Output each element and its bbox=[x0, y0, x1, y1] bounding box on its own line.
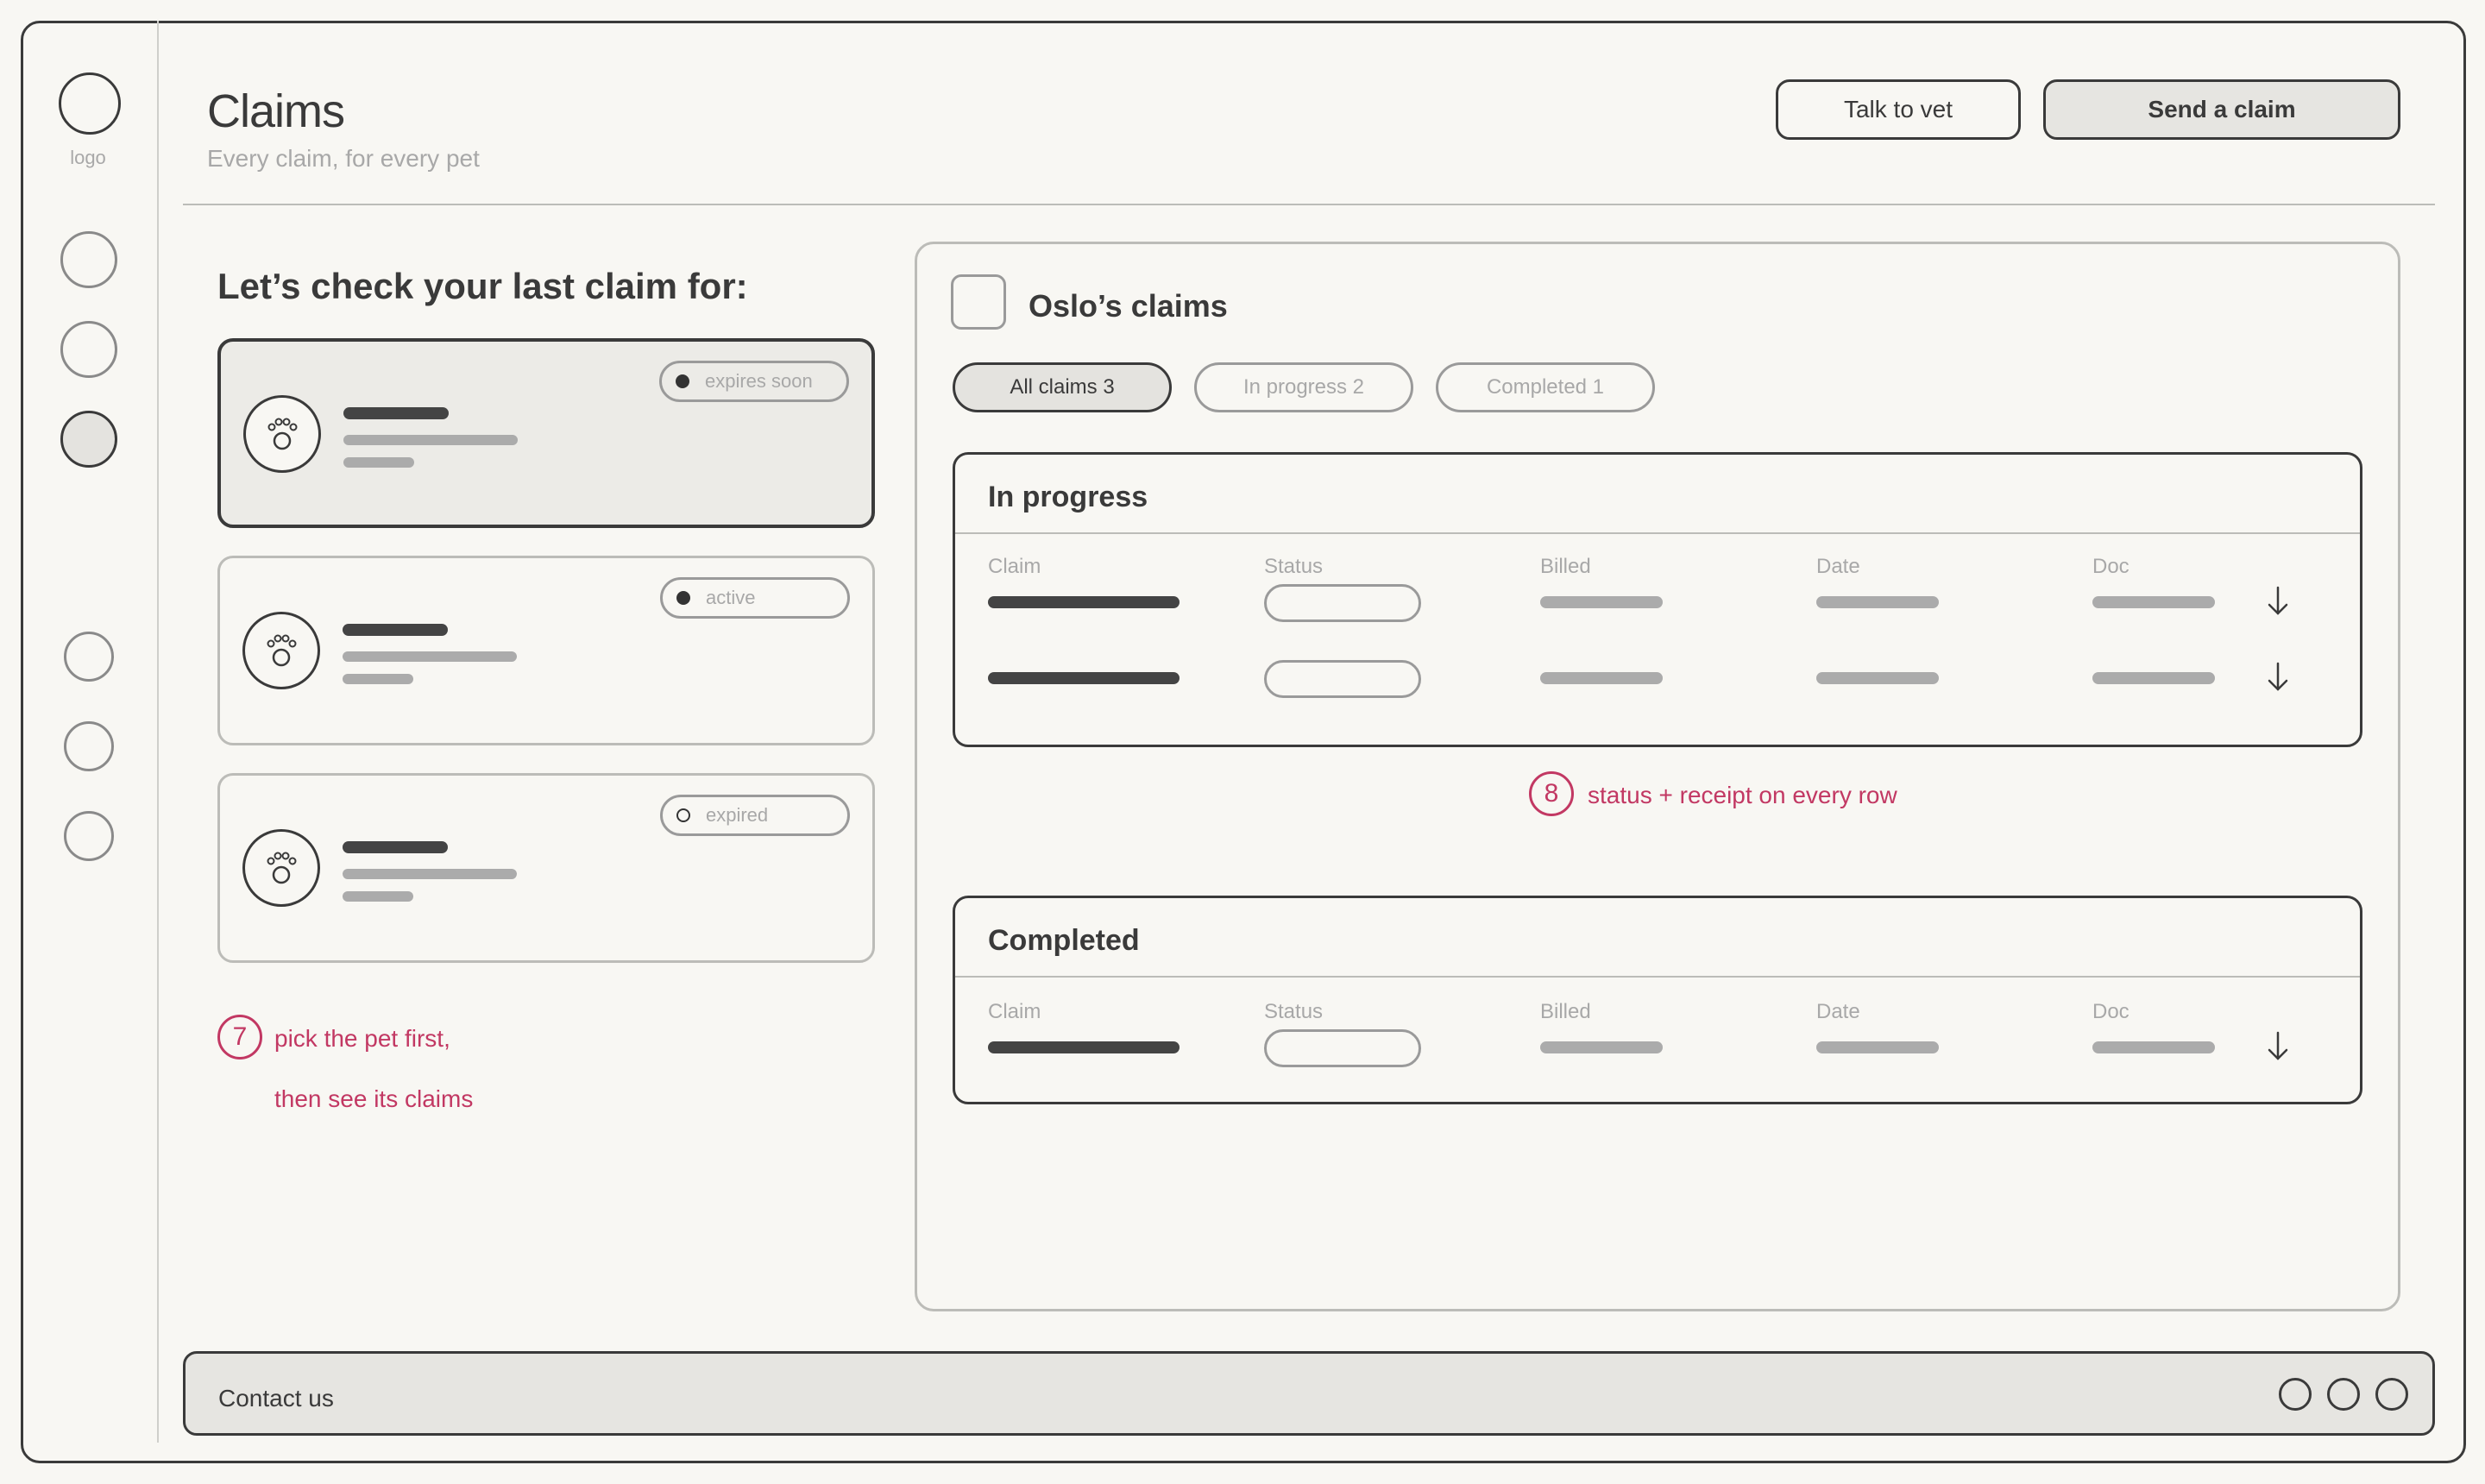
paw-icon bbox=[242, 829, 320, 907]
column-header-doc: Doc bbox=[2092, 1000, 2130, 1023]
doc-placeholder bbox=[2092, 672, 2215, 684]
status-badge: expires soon bbox=[659, 361, 849, 402]
claim-placeholder bbox=[988, 672, 1180, 684]
paw-icon bbox=[242, 612, 320, 689]
pet-name-placeholder bbox=[343, 407, 449, 419]
claim-placeholder bbox=[988, 596, 1180, 608]
pet-thumbnail bbox=[951, 274, 1006, 330]
status-pill bbox=[1264, 660, 1421, 698]
talk-to-vet-button[interactable]: Talk to vet bbox=[1776, 79, 2021, 140]
send-claim-button[interactable]: Send a claim bbox=[2043, 79, 2400, 140]
tab-completed[interactable]: Completed 1 bbox=[1436, 362, 1655, 412]
pet-detail-placeholder bbox=[343, 457, 414, 468]
completed-table: Completed Claim Status Billed Date Doc bbox=[953, 896, 2362, 1104]
column-header-date: Date bbox=[1816, 555, 1860, 578]
status-pill bbox=[1264, 584, 1421, 622]
status-badge: active bbox=[660, 577, 850, 619]
pet-name-placeholder bbox=[343, 841, 448, 853]
annotation-text: status + receipt on every row bbox=[1588, 782, 1897, 808]
logo-icon[interactable] bbox=[59, 72, 121, 135]
page-title: Claims bbox=[207, 85, 345, 137]
status-badge-label: expired bbox=[706, 804, 769, 826]
annotation-number: 7 bbox=[217, 1015, 262, 1060]
doc-placeholder bbox=[2092, 1041, 2215, 1053]
column-header-date: Date bbox=[1816, 1000, 1860, 1023]
nav-item-6[interactable] bbox=[64, 811, 114, 861]
download-icon[interactable] bbox=[2265, 1029, 2291, 1064]
paw-icon bbox=[243, 395, 321, 473]
page-subtitle: Every claim, for every pet bbox=[207, 145, 480, 172]
tab-all-claims[interactable]: All claims 3 bbox=[953, 362, 1172, 412]
column-header-status: Status bbox=[1264, 1000, 1324, 1023]
status-badge-label: expires soon bbox=[705, 370, 813, 392]
date-placeholder bbox=[1816, 596, 1939, 608]
pet-detail-placeholder bbox=[343, 674, 413, 684]
table-title: In progress bbox=[988, 481, 1148, 513]
column-header-doc: Doc bbox=[2092, 555, 2130, 578]
status-pill bbox=[1264, 1029, 1421, 1067]
table-title: Completed bbox=[988, 924, 1140, 957]
date-placeholder bbox=[1816, 672, 1939, 684]
tab-in-progress[interactable]: In progress 2 bbox=[1194, 362, 1413, 412]
table-divider bbox=[955, 532, 2360, 534]
contact-us-link[interactable]: Contact us bbox=[218, 1385, 334, 1412]
pet-detail-placeholder bbox=[343, 651, 517, 662]
nav-item-4[interactable] bbox=[64, 632, 114, 682]
download-icon[interactable] bbox=[2265, 584, 2291, 619]
claims-panel-title: Oslo’s claims bbox=[1029, 288, 1228, 324]
pet-card[interactable]: active bbox=[217, 556, 875, 745]
social-icon[interactable] bbox=[2375, 1378, 2408, 1411]
annotation-text: pick the pet first, bbox=[274, 1025, 450, 1052]
column-header-claim: Claim bbox=[988, 1000, 1041, 1023]
status-badge-label: active bbox=[706, 587, 756, 608]
pet-detail-placeholder bbox=[343, 891, 413, 902]
nav-item-5[interactable] bbox=[64, 721, 114, 771]
footer: Contact us bbox=[183, 1351, 2435, 1436]
nav-item-1[interactable] bbox=[60, 231, 117, 288]
table-divider bbox=[955, 976, 2360, 978]
doc-placeholder bbox=[2092, 596, 2215, 608]
download-icon[interactable] bbox=[2265, 660, 2291, 695]
pet-section-heading: Let’s check your last claim for: bbox=[217, 266, 748, 306]
column-header-claim: Claim bbox=[988, 555, 1041, 578]
pet-detail-placeholder bbox=[343, 869, 517, 879]
status-dot-icon bbox=[676, 374, 689, 388]
annotation-text: then see its claims bbox=[274, 1085, 474, 1112]
billed-placeholder bbox=[1540, 596, 1663, 608]
pet-detail-placeholder bbox=[343, 435, 518, 445]
status-dot-icon bbox=[676, 808, 690, 822]
social-icon[interactable] bbox=[2327, 1378, 2360, 1411]
header-divider bbox=[183, 204, 2435, 205]
nav-item-claims[interactable] bbox=[60, 411, 117, 468]
social-icon[interactable] bbox=[2279, 1378, 2312, 1411]
column-header-billed: Billed bbox=[1540, 555, 1591, 578]
pet-name-placeholder bbox=[343, 624, 448, 636]
status-badge: expired bbox=[660, 795, 850, 836]
annotation-number: 8 bbox=[1529, 771, 1574, 816]
nav-item-2[interactable] bbox=[60, 321, 117, 378]
billed-placeholder bbox=[1540, 1041, 1663, 1053]
column-header-billed: Billed bbox=[1540, 1000, 1591, 1023]
claim-placeholder bbox=[988, 1041, 1180, 1053]
pet-card[interactable]: expired bbox=[217, 773, 875, 963]
status-dot-icon bbox=[676, 591, 690, 605]
column-header-status: Status bbox=[1264, 555, 1324, 578]
billed-placeholder bbox=[1540, 672, 1663, 684]
date-placeholder bbox=[1816, 1041, 1939, 1053]
logo-label: logo bbox=[70, 147, 106, 168]
in-progress-table: In progress Claim Status Billed Date Doc bbox=[953, 452, 2362, 747]
pet-card-selected[interactable]: expires soon bbox=[217, 338, 875, 528]
